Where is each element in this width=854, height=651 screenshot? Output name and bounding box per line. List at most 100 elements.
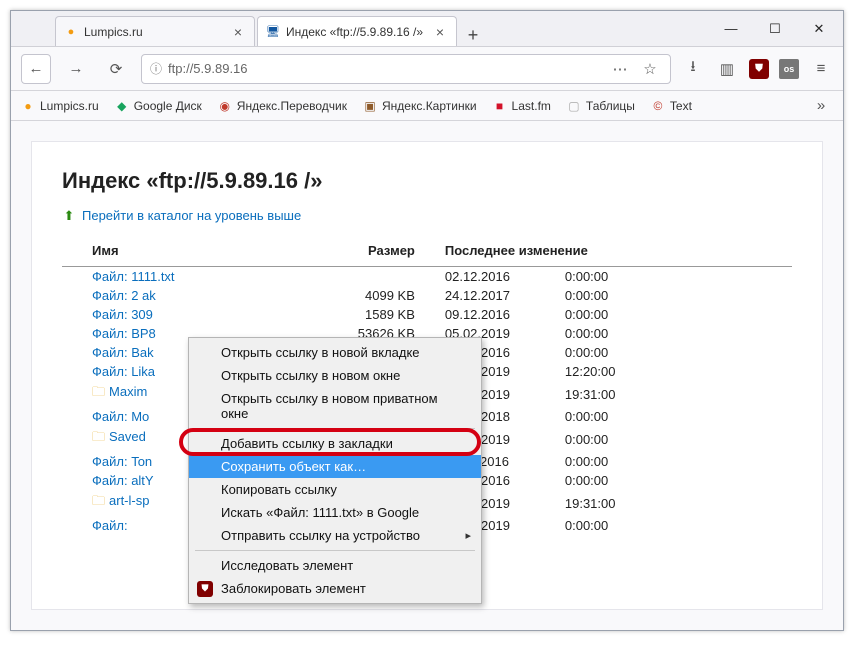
ctx-open-new-window[interactable]: Открыть ссылку в новом окне xyxy=(189,364,481,387)
bookmark-tables[interactable]: ▢ Таблицы xyxy=(567,99,635,113)
bookmark-yandex-translate[interactable]: ◉ Яндекс.Переводчик xyxy=(218,99,347,113)
cell-time: 19:31:00 xyxy=(545,490,792,516)
cell-size xyxy=(315,267,445,287)
cell-date: 24.12.2017 xyxy=(445,286,545,305)
bookmark-icon: ■ xyxy=(493,99,507,113)
bookmark-text[interactable]: © Text xyxy=(651,99,692,113)
bookmark-icon: ◉ xyxy=(218,99,232,113)
folder-icon: ▢ xyxy=(567,99,581,113)
cell-size: 1589 KB xyxy=(315,305,445,324)
downloads-icon[interactable]: ⭳ xyxy=(681,57,705,81)
ctx-send-device[interactable]: Отправить ссылку на устройство xyxy=(189,524,481,547)
table-row: Файл: 2 ak4099 KB24.12.20170:00:00 xyxy=(62,286,792,305)
tab-ftp-index[interactable]: 🖥 Индекс «ftp://5.9.89.16 /» × xyxy=(257,16,457,46)
folder-icon: 🗀 xyxy=(92,493,105,508)
bookmarks-overflow-icon[interactable]: » xyxy=(809,94,833,118)
file-link[interactable]: Lika xyxy=(131,364,155,379)
new-tab-button[interactable]: + xyxy=(459,25,487,46)
up-directory-link[interactable]: ⬆ Перейти в каталог на уровень выше xyxy=(62,208,792,223)
cell-date: 09.12.2016 xyxy=(445,305,545,324)
ctx-bookmark-link[interactable]: Добавить ссылку в закладки xyxy=(189,432,481,455)
tab-favicon: 🖥 xyxy=(266,25,280,39)
file-prefix: Файл: xyxy=(92,409,131,424)
bookmark-lastfm[interactable]: ■ Last.fm xyxy=(493,99,551,113)
bookmark-label: Таблицы xyxy=(586,99,635,113)
ctx-copy-link[interactable]: Копировать ссылку xyxy=(189,478,481,501)
file-link[interactable]: Ton xyxy=(131,454,152,469)
titlebar: ● Lumpics.ru × 🖥 Индекс «ftp://5.9.89.16… xyxy=(11,11,843,47)
cell-time: 0:00:00 xyxy=(545,343,792,362)
ublock-icon[interactable]: ⛊ xyxy=(749,59,769,79)
ctx-save-as[interactable]: Сохранить объект как… xyxy=(189,455,481,478)
bookmark-icon: ▣ xyxy=(363,99,377,113)
cell-time: 0:00:00 xyxy=(545,452,792,471)
file-link[interactable]: Bak xyxy=(131,345,153,360)
file-link[interactable]: 2 ak xyxy=(131,288,156,303)
cell-date: 02.12.2016 xyxy=(445,267,545,287)
cell-time: 0:00:00 xyxy=(545,324,792,343)
cell-time: 0:00:00 xyxy=(545,516,792,535)
url-bar[interactable]: ⓘ ftp://5.9.89.16 ⋯ ☆ xyxy=(141,54,671,84)
file-link[interactable]: Mo xyxy=(131,409,149,424)
ctx-block-label: Заблокировать элемент xyxy=(221,581,366,596)
bookmark-yandex-images[interactable]: ▣Яндекс.Картинки xyxy=(363,99,477,113)
up-arrow-icon: ⬆ xyxy=(62,209,76,223)
file-prefix: Файл: xyxy=(92,269,131,284)
ublock-icon: ⛊ xyxy=(197,581,213,597)
bookmark-label: Text xyxy=(670,99,692,113)
url-text: ftp://5.9.89.16 xyxy=(168,61,602,76)
ctx-search[interactable]: Искать «Файл: 1111.txt» в Google xyxy=(189,501,481,524)
close-icon[interactable]: × xyxy=(230,24,246,40)
page-title: Индекс «ftp://5.9.89.16 /» xyxy=(62,168,792,194)
cell-time: 0:00:00 xyxy=(545,426,792,452)
cell-time: 19:31:00 xyxy=(545,381,792,407)
tab-lumpics[interactable]: ● Lumpics.ru × xyxy=(55,16,255,46)
file-link[interactable]: BP8 xyxy=(131,326,156,341)
cell-time: 0:00:00 xyxy=(545,305,792,324)
column-name: Имя xyxy=(62,239,315,267)
site-info-icon[interactable]: ⓘ xyxy=(150,60,162,77)
bookmark-lumpics[interactable]: ●Lumpics.ru xyxy=(21,99,99,113)
file-prefix: Файл: xyxy=(92,307,131,322)
file-link[interactable]: art-l-sp xyxy=(109,493,149,508)
minimize-button[interactable]: — xyxy=(711,15,751,43)
file-link[interactable]: Saved xyxy=(109,429,146,444)
separator xyxy=(195,550,475,551)
extension-icon[interactable]: os xyxy=(779,59,799,79)
forward-button[interactable]: → xyxy=(61,54,91,84)
maximize-button[interactable]: ☐ xyxy=(755,15,795,43)
tabstrip: ● Lumpics.ru × 🖥 Индекс «ftp://5.9.89.16… xyxy=(11,11,711,46)
tab-favicon: ● xyxy=(64,25,78,39)
bookmark-label: Last.fm xyxy=(512,99,551,113)
close-icon[interactable]: × xyxy=(432,24,448,40)
ctx-block[interactable]: ⛊ Заблокировать элемент xyxy=(189,577,481,600)
menu-button[interactable]: ≡ xyxy=(809,57,833,81)
bookmark-label: Lumpics.ru xyxy=(40,99,99,113)
close-window-button[interactable]: ✕ xyxy=(799,15,839,43)
file-link[interactable]: 309 xyxy=(131,307,153,322)
column-size: Размер xyxy=(315,239,445,267)
file-link[interactable]: altY xyxy=(131,473,153,488)
nav-toolbar: ← → ⟳ ⓘ ftp://5.9.89.16 ⋯ ☆ ⭳ ▥ ⛊ os ≡ xyxy=(11,47,843,91)
file-link[interactable]: 1111.txt xyxy=(131,269,174,284)
separator xyxy=(195,428,475,429)
bookmark-star-icon[interactable]: ☆ xyxy=(638,57,662,81)
page-actions-icon[interactable]: ⋯ xyxy=(608,57,632,81)
library-icon[interactable]: ▥ xyxy=(715,57,739,81)
bookmark-icon: © xyxy=(651,99,665,113)
cell-size: 4099 KB xyxy=(315,286,445,305)
bookmark-google-drive[interactable]: ◆Google Диск xyxy=(115,99,202,113)
file-prefix: Файл: xyxy=(92,345,131,360)
ctx-inspect[interactable]: Исследовать элемент xyxy=(189,554,481,577)
back-button[interactable]: ← xyxy=(21,54,51,84)
file-prefix: Файл: xyxy=(92,473,131,488)
cell-time: 0:00:00 xyxy=(545,286,792,305)
ctx-open-new-tab[interactable]: Открыть ссылку в новой вкладке xyxy=(189,341,481,364)
column-modified: Последнее изменение xyxy=(445,239,792,267)
file-prefix: Файл: xyxy=(92,454,131,469)
bookmarks-bar: ●Lumpics.ru ◆Google Диск ◉ Яндекс.Перевод… xyxy=(11,91,843,121)
bookmark-label: Яндекс.Переводчик xyxy=(237,99,347,113)
file-link[interactable]: Maxim xyxy=(109,384,147,399)
ctx-open-private[interactable]: Открыть ссылку в новом приватном окне xyxy=(189,387,481,425)
reload-button[interactable]: ⟳ xyxy=(101,54,131,84)
